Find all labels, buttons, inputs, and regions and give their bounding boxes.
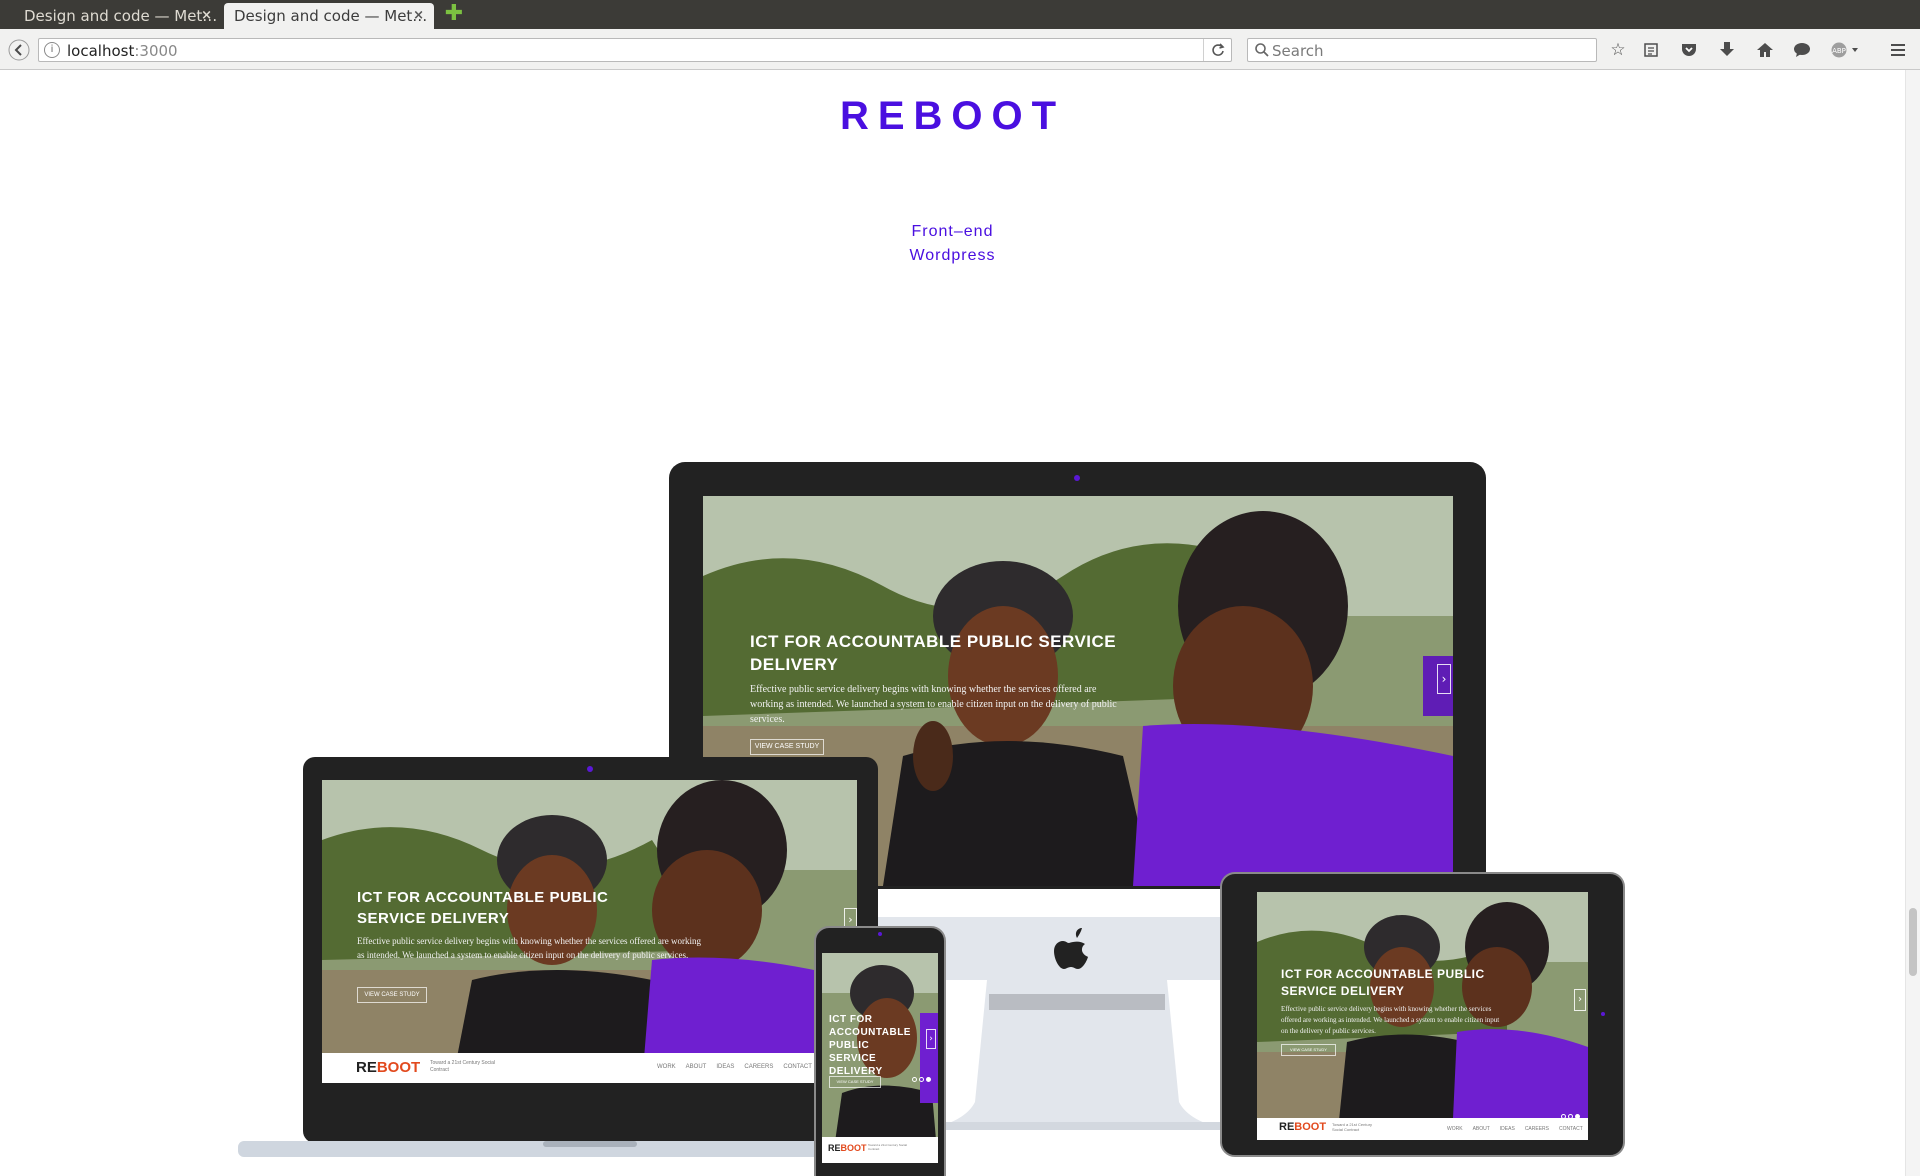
phone-screen: REBOOT Toward a 21st Century Social Cont…	[822, 953, 938, 1163]
tablet-screen: REBOOT Toward a 21st Century Social Cont…	[1257, 892, 1588, 1140]
laptop-hero-photo	[322, 780, 857, 1083]
laptop-footer-nav: WORK ABOUT IDEAS CAREERS CONTACT	[657, 1064, 812, 1070]
info-icon[interactable]: i	[44, 42, 60, 58]
reading-list-icon[interactable]	[1639, 38, 1663, 62]
tab-1[interactable]: Design and code — Met… ×	[0, 3, 222, 29]
search-placeholder: Search	[1272, 42, 1324, 60]
laptop-footer-logo: REBOOT	[356, 1059, 421, 1076]
tab-1-title: Design and code — Met…	[24, 7, 218, 25]
tablet-cta-button: VIEW CASE STUDY	[1281, 1044, 1336, 1056]
navigation-toolbar: i localhost:3000 Search ☆ ABP	[0, 29, 1920, 70]
phone-footer-logo: REBOOT	[828, 1143, 867, 1153]
laptop-headline: ICT FOR ACCOUNTABLE PUBLIC SERVICE DELIV…	[357, 889, 609, 927]
tablet-mockup: REBOOT Toward a 21st Century Social Cont…	[1220, 872, 1625, 1157]
pocket-icon[interactable]	[1677, 38, 1701, 62]
laptop-screen: REBOOT Toward a 21st Century Social Cont…	[322, 780, 857, 1083]
laptop-body: Effective public service delivery begins…	[357, 936, 702, 960]
download-icon[interactable]	[1715, 38, 1739, 62]
menu-icon[interactable]	[1886, 38, 1910, 62]
tab-2-title: Design and code — Met…	[234, 7, 428, 25]
url-bar[interactable]: i localhost:3000	[38, 38, 1232, 62]
tablet-site-footer: REBOOT Toward a 21st Century Social Cont…	[1257, 1118, 1588, 1140]
tab-strip: Design and code — Met… × Design and code…	[0, 0, 1920, 29]
bookmark-star-icon[interactable]: ☆	[1606, 38, 1630, 62]
phone-headline: ICT FOR ACCOUNTABLE PUBLIC SERVICE DELIV…	[829, 1014, 911, 1077]
search-bar[interactable]: Search	[1247, 38, 1597, 62]
desktop-next-icon: ›	[1437, 664, 1451, 694]
site-logo[interactable]: REBOOT	[0, 94, 1905, 139]
adblock-icon[interactable]: ABP	[1828, 38, 1864, 62]
tablet-footer-tagline: Toward a 21st Century Social Contract	[1332, 1122, 1373, 1132]
laptop-site-footer: REBOOT Toward a 21st Century Social Cont…	[322, 1053, 857, 1083]
desktop-body: Effective public service delivery begins…	[750, 684, 1117, 725]
tablet-footer-logo: REBOOT	[1279, 1121, 1327, 1133]
phone-carousel-dots	[910, 1067, 931, 1086]
search-icon	[1255, 43, 1269, 57]
tablet-footer-nav: WORK ABOUT IDEAS CAREERS CONTACT	[1447, 1126, 1583, 1132]
tablet-body: Effective public service delivery begins…	[1281, 1005, 1500, 1035]
tablet-next-icon: ›	[1574, 989, 1586, 1011]
phone-cta-button: VIEW CASE STUDY	[829, 1076, 881, 1088]
tag-front-end[interactable]: Front–end	[0, 220, 1905, 244]
back-icon[interactable]	[7, 38, 31, 62]
new-tab-icon[interactable]: ✚	[444, 3, 464, 25]
laptop-cta-button: VIEW CASE STUDY	[357, 987, 427, 1003]
phone-next-icon: ›	[926, 1029, 936, 1049]
page-scrollbar[interactable]	[1905, 70, 1920, 1176]
tablet-carousel-dots	[1559, 1104, 1580, 1123]
tag-wordpress[interactable]: Wordpress	[0, 244, 1905, 268]
page-content: REBOOT Front–end Wordpress ICT FOR ACCOU…	[0, 70, 1905, 1176]
phone-footer-tagline: Toward a 21st Century Social Contract	[868, 1143, 908, 1151]
laptop-footer-tagline: Toward a 21st Century Social Contract	[430, 1060, 496, 1073]
tab-2[interactable]: Design and code — Met… ×	[224, 3, 434, 29]
chat-icon[interactable]	[1790, 38, 1814, 62]
tablet-headline: ICT FOR ACCOUNTABLE PUBLIC SERVICE DELIV…	[1281, 967, 1485, 998]
phone-mockup: REBOOT Toward a 21st Century Social Cont…	[814, 926, 946, 1176]
scrollbar-thumb[interactable]	[1909, 908, 1917, 976]
laptop-mockup: REBOOT Toward a 21st Century Social Cont…	[238, 757, 878, 1157]
desktop-cta-button: VIEW CASE STUDY	[750, 739, 824, 755]
home-icon[interactable]	[1753, 38, 1777, 62]
reload-icon[interactable]	[1203, 39, 1231, 61]
phone-site-footer: REBOOT Toward a 21st Century Social Cont…	[822, 1137, 938, 1163]
url-text[interactable]: localhost:3000	[67, 42, 178, 60]
desktop-headline: ICT FOR ACCOUNTABLE PUBLIC SERVICE DELIV…	[750, 632, 1117, 674]
close-tab-2-icon[interactable]: ×	[413, 8, 424, 23]
close-tab-1-icon[interactable]: ×	[201, 8, 212, 23]
svg-text:ABP: ABP	[1832, 47, 1846, 55]
project-tags: Front–end Wordpress	[0, 220, 1905, 268]
